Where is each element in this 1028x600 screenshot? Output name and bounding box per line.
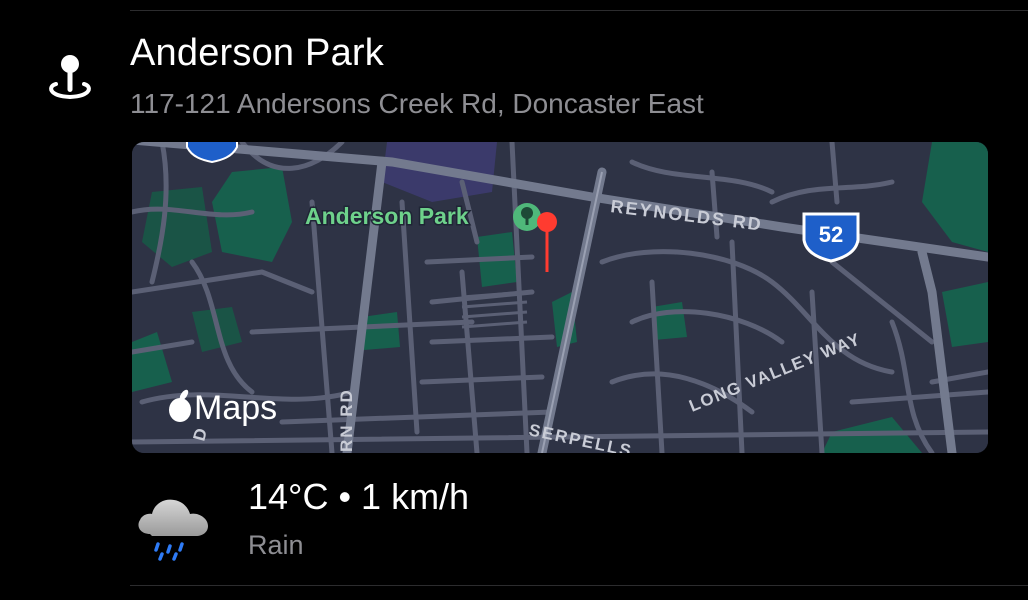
weather-summary: 14°C • 1 km/h bbox=[248, 476, 470, 517]
park-tree-icon bbox=[513, 203, 541, 231]
maps-brand-text: Maps bbox=[194, 389, 277, 427]
bottom-divider bbox=[130, 585, 1028, 586]
place-address[interactable]: 117-121 Andersons Creek Rd, Doncaster Ea… bbox=[130, 88, 704, 120]
weather-condition: Rain bbox=[248, 530, 304, 560]
location-pin-icon bbox=[49, 55, 91, 100]
top-divider bbox=[130, 10, 1028, 11]
map-route-shield: 52 bbox=[802, 212, 860, 263]
place-title: Anderson Park bbox=[130, 32, 384, 74]
rain-cloud-icon bbox=[138, 499, 208, 561]
street-label-rn-rd: RN RD bbox=[337, 388, 356, 452]
poi-label: Anderson Park bbox=[305, 203, 469, 229]
map-preview[interactable]: 52 REYNOLDS RD LONG VALLEY WAY SERPELLS … bbox=[132, 142, 988, 453]
route-shield-label: 52 bbox=[819, 222, 843, 247]
